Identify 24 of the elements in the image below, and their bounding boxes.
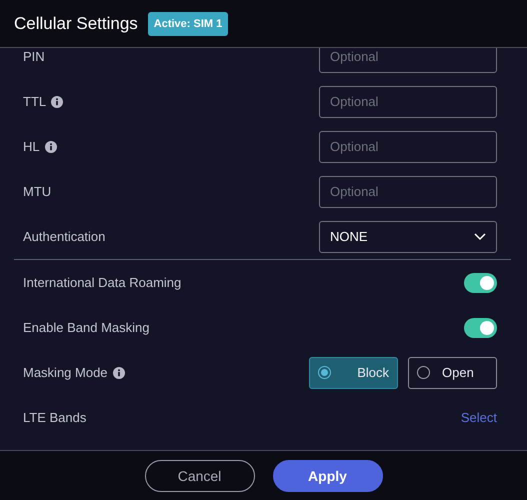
field-label: Masking Mode — [23, 365, 108, 380]
input-field[interactable]: Optional — [319, 86, 497, 118]
field-label: LTE Bands — [23, 410, 86, 425]
input-field[interactable]: Optional — [319, 130, 497, 162]
toggle-switch[interactable] — [464, 318, 497, 338]
input-field[interactable]: Optional — [319, 48, 497, 72]
dropdown[interactable]: NONE — [319, 220, 497, 252]
field-label: PIN — [23, 49, 45, 64]
apply-button[interactable]: Apply — [272, 460, 382, 492]
field-label: Enable Band Masking — [23, 320, 150, 335]
select-link[interactable]: Select — [460, 410, 497, 425]
radio-option[interactable]: Open — [408, 356, 497, 388]
field-label: HL — [23, 139, 40, 154]
field-label: Authentication — [23, 229, 106, 244]
radio-option[interactable]: Block — [309, 356, 398, 388]
field-label: International Data Roaming — [23, 275, 182, 290]
chevron-down-icon — [474, 232, 486, 240]
toggle-switch[interactable] — [464, 272, 497, 292]
field-label: TTL — [23, 94, 46, 109]
input-field[interactable]: Optional — [319, 176, 497, 208]
status-badge: Active: SIM 1 — [148, 12, 228, 36]
cancel-button[interactable]: Cancel — [144, 460, 254, 492]
field-label: MTU — [23, 184, 52, 199]
window-title: Cellular Settings — [14, 14, 138, 34]
